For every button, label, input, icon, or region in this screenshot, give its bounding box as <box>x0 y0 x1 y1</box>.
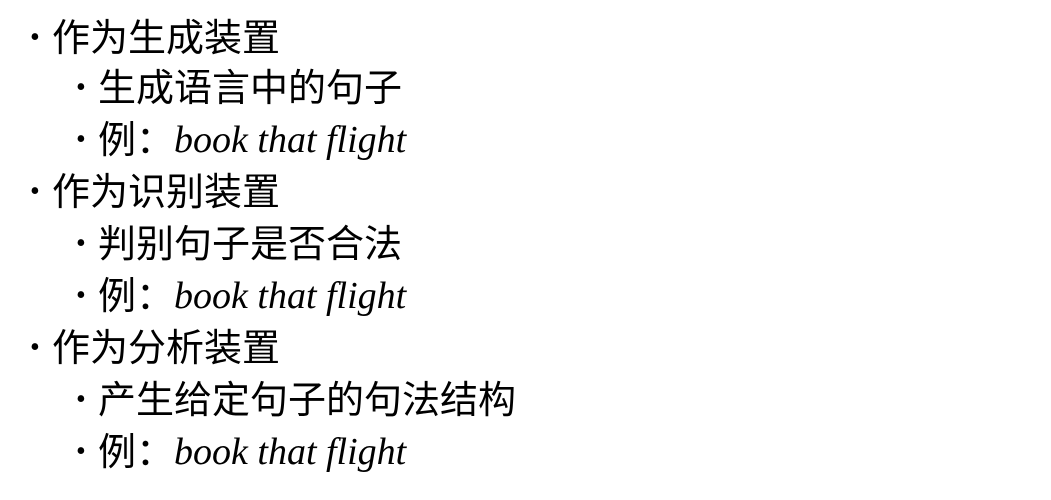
bullet-icon: • <box>76 72 86 103</box>
bullet-item-example: • 例： book that flight <box>76 270 406 322</box>
bullet-icon: • <box>30 176 40 207</box>
sub-text: 产生给定句子的句法结构 <box>98 378 517 422</box>
bullet-item-sub: • 生成语言中的句子 <box>76 62 402 114</box>
example-text: book that flight <box>174 119 407 161</box>
example-label: 例： <box>98 274 175 318</box>
bullet-icon: • <box>76 436 86 467</box>
bullet-icon: • <box>30 332 40 363</box>
heading-text: 作为生成装置 <box>52 16 281 60</box>
bullet-icon: • <box>76 384 86 415</box>
example-text: book that flight <box>174 431 407 473</box>
bullet-icon: • <box>30 22 40 53</box>
bullet-item-sub: • 产生给定句子的句法结构 <box>76 374 516 426</box>
slide-content: • 作为生成装置 • 生成语言中的句子 • 例： book that fligh… <box>0 0 1051 500</box>
heading-text: 作为分析装置 <box>52 326 281 370</box>
sub-text: 生成语言中的句子 <box>98 66 403 110</box>
example-label: 例： <box>98 118 175 162</box>
bullet-item-heading-recognition: • 作为识别装置 <box>30 166 280 218</box>
bullet-icon: • <box>76 124 86 155</box>
bullet-item-example: • 例： book that flight <box>76 114 406 166</box>
bullet-item-sub: • 判别句子是否合法 <box>76 218 402 270</box>
bullet-icon: • <box>76 228 86 259</box>
example-label: 例： <box>98 430 175 474</box>
bullet-item-heading-analysis: • 作为分析装置 <box>30 322 280 374</box>
bullet-icon: • <box>76 280 86 311</box>
example-text: book that flight <box>174 275 407 317</box>
bullet-item-heading-generation: • 作为生成装置 <box>30 12 280 64</box>
heading-text: 作为识别装置 <box>52 170 281 214</box>
sub-text: 判别句子是否合法 <box>98 222 403 266</box>
bullet-item-example: • 例： book that flight <box>76 426 406 478</box>
